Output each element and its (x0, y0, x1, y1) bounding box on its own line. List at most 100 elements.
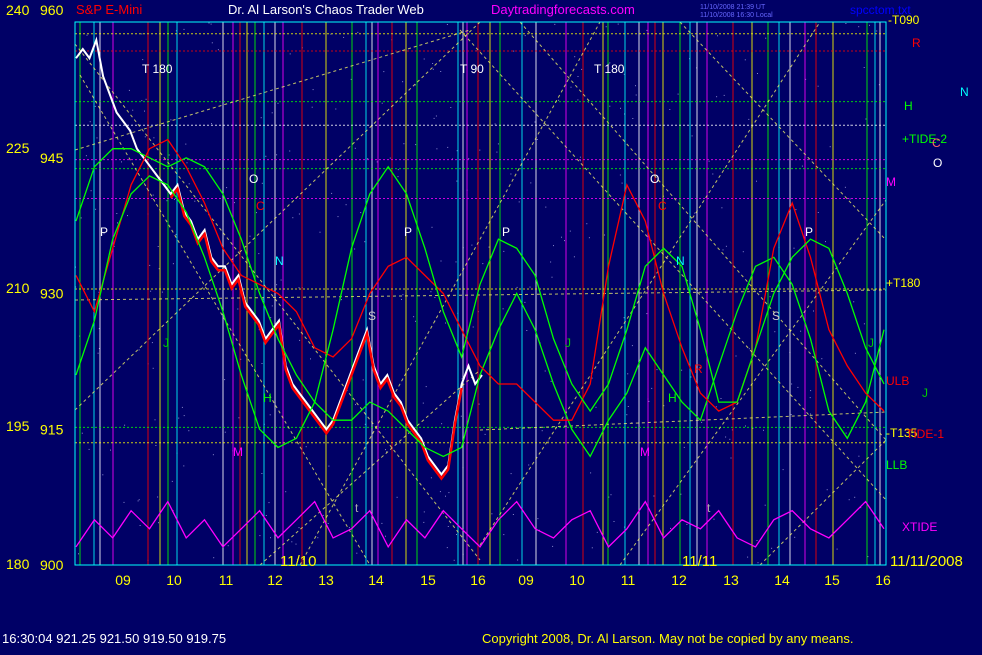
star (356, 552, 358, 554)
star (713, 518, 715, 520)
star (158, 522, 159, 524)
star (265, 515, 267, 516)
star (513, 50, 515, 52)
star (821, 358, 823, 360)
event-marker: P (502, 225, 510, 239)
star (276, 284, 278, 286)
star (299, 339, 301, 341)
star (331, 192, 333, 194)
star (482, 263, 484, 265)
right-label: H (904, 99, 913, 113)
star (460, 415, 462, 417)
x-hour-label: 09 (115, 572, 131, 588)
star (402, 294, 404, 296)
event-marker: O (650, 172, 659, 186)
star (354, 147, 356, 149)
star (260, 117, 262, 119)
star (858, 26, 860, 28)
star (570, 86, 572, 88)
star (183, 28, 185, 30)
star (310, 358, 311, 360)
star (564, 240, 565, 242)
chart-root: T 180 T 90 T 180 P O C N S P J H M P O C N J H R S P M Jt t 225… (0, 0, 982, 650)
star (453, 559, 455, 561)
star (518, 201, 520, 203)
star (769, 296, 771, 298)
star (121, 161, 122, 163)
star (448, 492, 450, 494)
star (863, 323, 865, 325)
star (669, 289, 670, 291)
star (440, 260, 442, 262)
star (747, 556, 749, 558)
star (153, 137, 155, 139)
y-left-tick: 180 (6, 556, 30, 572)
star (149, 264, 151, 266)
event-marker: M (640, 445, 650, 459)
star (433, 117, 435, 119)
event-marker: N (275, 254, 284, 268)
star (436, 148, 438, 150)
star (863, 67, 865, 68)
right-label: M (886, 175, 896, 189)
star (794, 536, 796, 538)
star (78, 553, 79, 555)
star (259, 535, 261, 537)
star (265, 155, 267, 157)
star (653, 495, 655, 497)
star (280, 279, 282, 281)
star (617, 23, 619, 25)
star (845, 23, 847, 24)
star (343, 36, 345, 38)
star (577, 76, 579, 77)
star (97, 352, 99, 354)
star (867, 556, 869, 558)
star (430, 291, 432, 293)
star (261, 182, 263, 184)
star (626, 414, 628, 416)
star (716, 96, 718, 98)
star (791, 383, 793, 385)
star (817, 85, 819, 87)
star (765, 37, 767, 39)
star (744, 59, 746, 61)
star (651, 387, 653, 389)
star (579, 156, 581, 158)
star (694, 212, 696, 214)
star (472, 326, 474, 328)
star (188, 183, 190, 185)
star (269, 414, 271, 416)
star (528, 464, 530, 466)
star (510, 173, 512, 175)
star (850, 124, 852, 126)
star (431, 226, 433, 228)
event-marker: R (694, 362, 703, 376)
star (609, 105, 611, 107)
star (337, 216, 339, 218)
star (289, 150, 291, 152)
star (524, 301, 526, 303)
star (817, 212, 819, 213)
star (95, 208, 97, 210)
star (181, 406, 183, 408)
star (312, 89, 314, 91)
star (484, 433, 486, 435)
star (574, 56, 576, 58)
star (721, 207, 723, 209)
star (289, 53, 291, 55)
star (150, 290, 152, 292)
star (137, 500, 139, 502)
star (155, 445, 157, 446)
star (681, 369, 683, 371)
star (550, 261, 552, 263)
star (858, 455, 860, 457)
y-left-tick: 225 (6, 140, 30, 156)
star (295, 543, 297, 545)
star (691, 135, 693, 137)
star (756, 540, 758, 541)
star (782, 469, 784, 471)
star (446, 24, 448, 25)
star (445, 495, 446, 497)
star (142, 59, 144, 61)
star (590, 472, 592, 474)
